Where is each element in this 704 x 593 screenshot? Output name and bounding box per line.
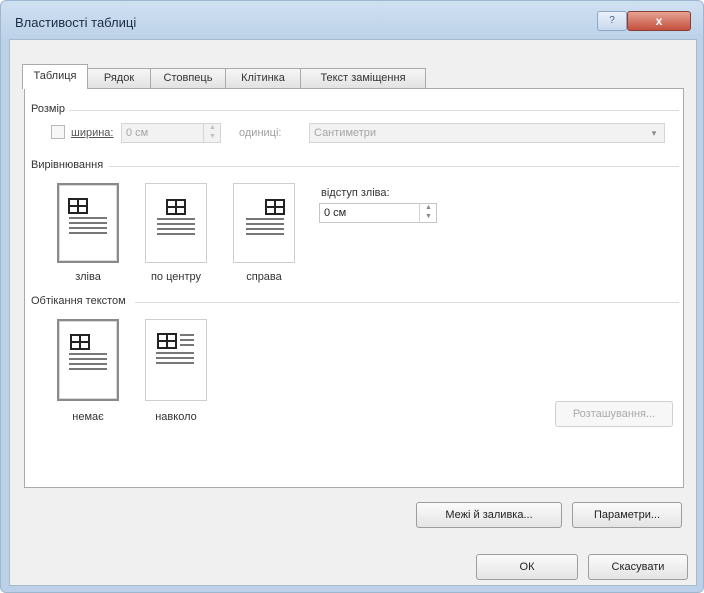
title-bar: Властивості таблиці ? x (1, 1, 703, 39)
tab-column[interactable]: Стовпець (150, 68, 226, 88)
wrap-none-label: немає (72, 411, 104, 423)
wrapping-divider (135, 302, 679, 303)
align-right-option[interactable] (233, 183, 295, 263)
size-section: Розмір (31, 103, 679, 115)
cancel-button[interactable]: Скасувати (588, 554, 688, 580)
wrap-around-option[interactable] (145, 319, 207, 401)
tab-row[interactable]: Рядок (87, 68, 151, 88)
indent-label: відступ зліва: (321, 187, 390, 199)
wrap-none-icon (69, 334, 107, 370)
wrapping-section-title: Обтікання текстом (31, 295, 126, 307)
width-checkbox[interactable] (51, 125, 65, 139)
align-left-label: зліва (75, 271, 101, 283)
options-button[interactable]: Параметри... (572, 502, 682, 528)
tab-panel: Розмір ширина: 0 см ▲ ▼ одиниці: Сантимет… (24, 88, 684, 488)
tab-cell[interactable]: Клітинка (225, 68, 301, 88)
chevron-down-icon[interactable]: ▾ (645, 123, 663, 143)
borders-shading-button[interactable]: Межі й заливка... (416, 502, 562, 528)
size-section-title: Розмір (31, 103, 66, 115)
positioning-button[interactable]: Розташування... (555, 401, 673, 427)
tab-alt-text[interactable]: Текст заміщення (300, 68, 426, 88)
align-center-label: по центру (150, 271, 202, 283)
alignment-divider (109, 166, 679, 167)
dialog-title: Властивості таблиці (15, 15, 137, 30)
dialog-body: Таблиця Рядок Стовпець Клітинка Текст за… (9, 39, 697, 586)
align-left-option[interactable] (57, 183, 119, 263)
wrap-around-icon (156, 333, 194, 364)
units-label: одиниці: (239, 127, 282, 139)
align-left-icon (68, 198, 107, 234)
alignment-section: Вирівнювання (31, 159, 679, 171)
dialog-window: Властивості таблиці ? x Таблиця Рядок Ст… (0, 0, 704, 593)
units-dropdown[interactable]: Сантиметри (309, 123, 665, 143)
align-right-label: справа (246, 271, 282, 283)
size-divider (69, 110, 679, 111)
indent-spinner[interactable]: ▲ ▼ (419, 203, 437, 223)
width-label: ширина: (71, 127, 114, 139)
align-center-option[interactable] (145, 183, 207, 263)
align-center-icon (157, 199, 195, 235)
wrap-around-label: навколо (155, 411, 197, 423)
align-right-icon (246, 199, 285, 235)
width-spinner[interactable]: ▲ ▼ (203, 123, 221, 143)
ok-button[interactable]: ОК (476, 554, 578, 580)
help-button[interactable]: ? (597, 11, 627, 31)
close-button[interactable]: x (627, 11, 691, 31)
wrap-none-option[interactable] (57, 319, 119, 401)
wrapping-section: Обтікання текстом (31, 295, 679, 307)
tab-table[interactable]: Таблиця (22, 64, 88, 89)
alignment-section-title: Вирівнювання (31, 159, 104, 171)
